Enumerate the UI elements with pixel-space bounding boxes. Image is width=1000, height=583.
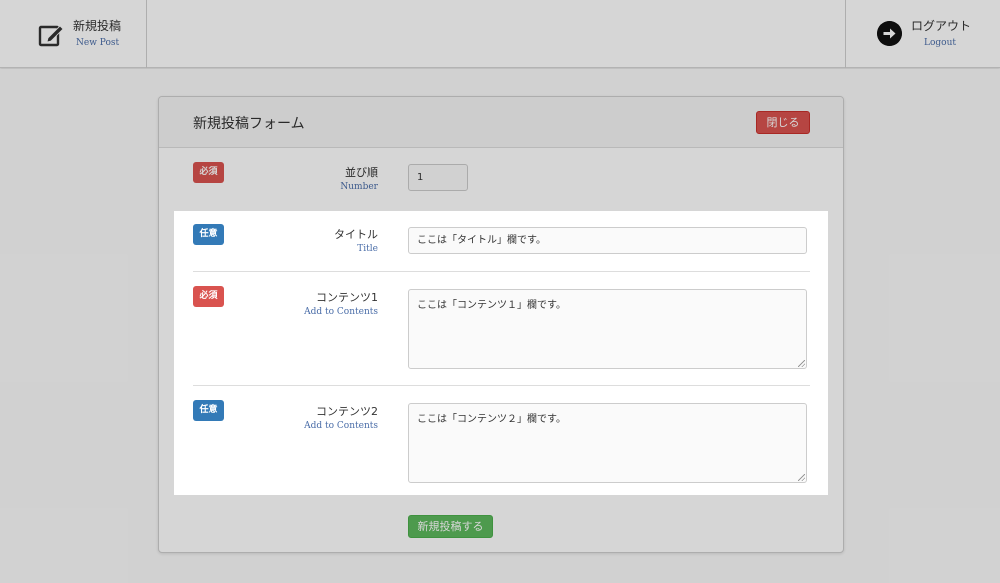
top-header: 新規投稿 New Post ログアウト Logout	[0, 0, 1000, 68]
panel-header: 新規投稿フォーム 閉じる	[159, 97, 843, 148]
field-divider	[193, 385, 810, 386]
close-button[interactable]: 閉じる	[756, 111, 810, 134]
logout-label: ログアウト	[911, 19, 972, 33]
field-sublabel-title: Title	[357, 244, 378, 254]
field-label-title: タイトル	[334, 228, 378, 241]
field-label-content1: コンテンツ1	[316, 291, 378, 304]
new-post-label: 新規投稿	[73, 19, 122, 33]
resize-handle[interactable]	[798, 360, 805, 367]
new-post-sublabel: New Post	[76, 38, 120, 48]
edit-icon	[38, 25, 64, 47]
field-sublabel-content1: Add to Contents	[304, 307, 378, 317]
field-label-number: 並び順	[345, 166, 378, 179]
submit-button[interactable]: 新規投稿する	[408, 515, 493, 538]
logout-nav[interactable]: ログアウト Logout	[845, 0, 1000, 68]
content1-text: ここは「コンテンツ１」欄です。	[417, 300, 566, 311]
arrow-right-circle-icon	[877, 21, 902, 46]
field-divider	[193, 271, 810, 272]
page-title: 新規投稿フォーム	[193, 116, 305, 132]
content1-textarea[interactable]: ここは「コンテンツ１」欄です。	[408, 289, 807, 369]
resize-handle[interactable]	[798, 474, 805, 481]
content2-textarea[interactable]: ここは「コンテンツ２」欄です。	[408, 403, 807, 483]
field-label-content2: コンテンツ2	[316, 405, 378, 418]
content2-text: ここは「コンテンツ２」欄です。	[417, 414, 566, 425]
field-sublabel-number: Number	[340, 182, 378, 192]
title-input[interactable]: ここは「タイトル」欄です。	[408, 227, 807, 254]
field-sublabel-content2: Add to Contents	[304, 421, 378, 431]
number-input[interactable]: 1	[408, 164, 468, 191]
new-post-nav[interactable]: 新規投稿 New Post	[0, 0, 147, 68]
logout-sublabel: Logout	[924, 38, 956, 48]
